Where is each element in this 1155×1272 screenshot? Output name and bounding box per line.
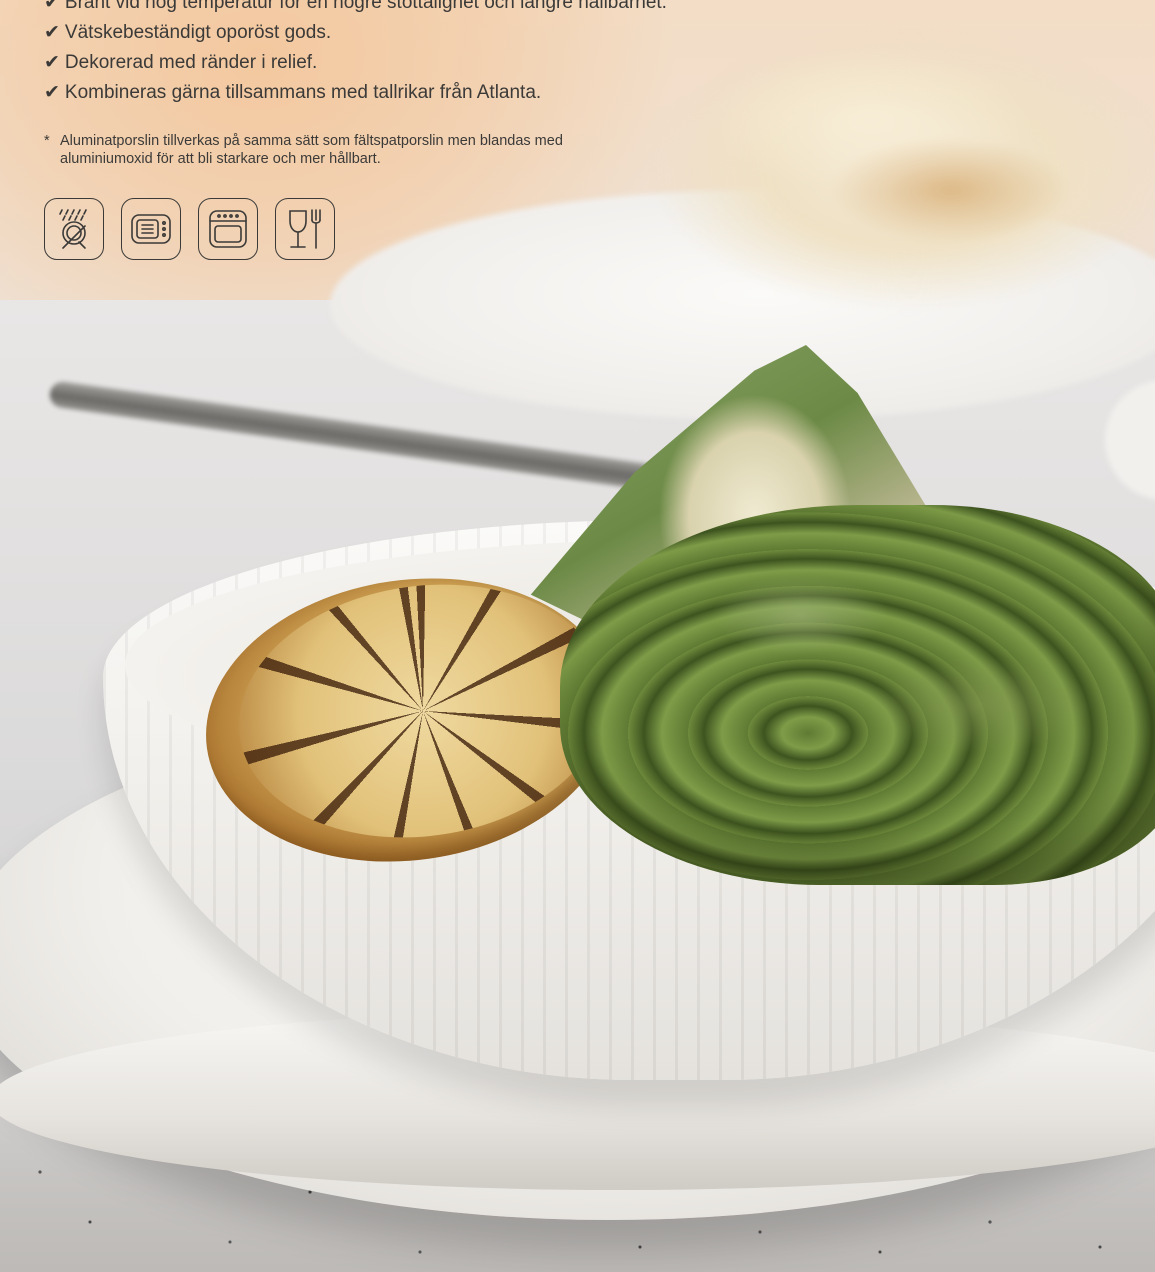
- feature-item: ✔ Dekorerad med ränder i relief.: [44, 48, 804, 78]
- feature-list: ✔ Bränt vid hög temperatur för en högre s…: [44, 0, 804, 108]
- food-safe-icon: [275, 198, 335, 260]
- check-icon: ✔: [44, 52, 60, 73]
- microwave-icon: [121, 198, 181, 260]
- feature-text: Bränt vid hög temperatur för en högre st…: [64, 0, 667, 13]
- check-icon: ✔: [44, 22, 60, 43]
- whole-artichoke: [560, 505, 1155, 885]
- footnote-marker: *: [44, 133, 50, 149]
- footnote-text: Aluminatporslin tillverkas på samma sätt…: [60, 133, 563, 167]
- check-icon: ✔: [44, 0, 60, 13]
- check-icon: ✔: [44, 82, 60, 103]
- footnote: * Aluminatporslin tillverkas på samma sä…: [44, 132, 804, 168]
- feature-item: ✔ Kombineras gärna tillsammans med tallri…: [44, 78, 804, 108]
- care-icons: [44, 198, 335, 260]
- oven-icon: [198, 198, 258, 260]
- feature-text: Vätskebeständigt oporöst gods.: [64, 22, 332, 43]
- dishwasher-icon: [44, 198, 104, 260]
- product-photo: [0, 0, 1155, 1272]
- feature-text: Dekorerad med ränder i relief.: [64, 52, 318, 73]
- feature-item: ✔ Bränt vid hög temperatur för en högre s…: [44, 0, 804, 18]
- feature-item: ✔ Vätskebeständigt oporöst gods.: [44, 18, 804, 48]
- feature-text: Kombineras gärna tillsammans med tallrik…: [64, 82, 542, 103]
- product-info: ✔ Bränt vid hög temperatur för en högre s…: [44, 0, 804, 168]
